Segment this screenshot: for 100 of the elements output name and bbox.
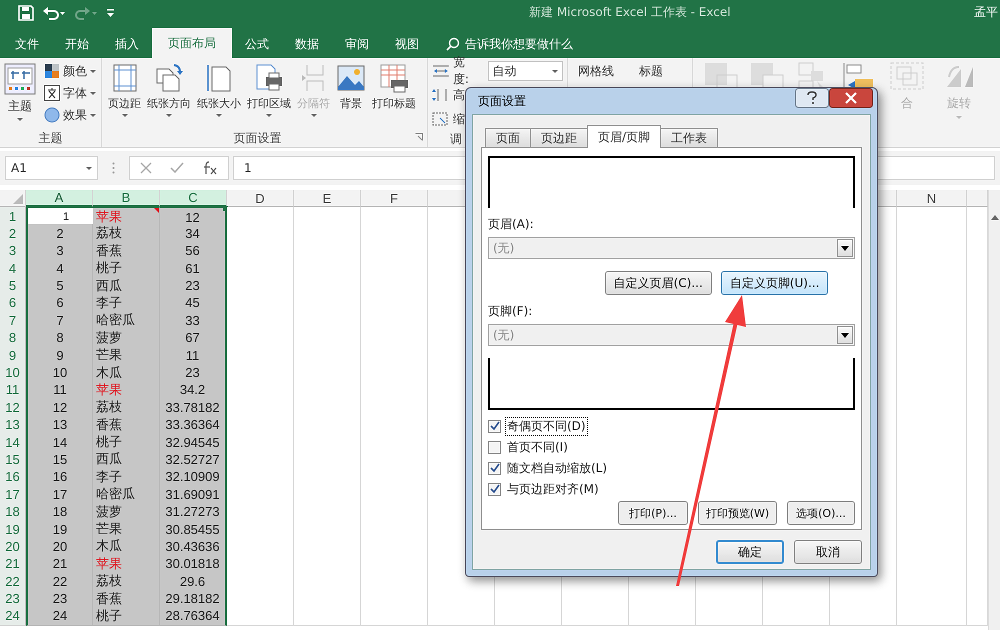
table-cell: 桃子 <box>93 259 160 278</box>
row-header[interactable]: 20 <box>0 537 26 556</box>
caret-icon <box>86 166 92 170</box>
ribbon-tab[interactable]: 审阅 <box>332 30 382 58</box>
column-header[interactable]: B <box>93 190 160 207</box>
page-setup-button[interactable]: 页边距 <box>106 61 143 128</box>
search-icon[interactable] <box>446 37 460 51</box>
row-header[interactable]: 7 <box>0 311 26 330</box>
footer-dropdown[interactable]: (无) <box>488 324 855 346</box>
orientation-icon <box>154 63 184 93</box>
scroll-up-icon[interactable] <box>990 214 998 220</box>
ribbon-tab[interactable]: 数据 <box>282 30 332 58</box>
header-label: 页眉(A): <box>488 216 535 233</box>
table-cell: 32.52727 <box>160 450 227 470</box>
dialog-tab[interactable]: 页面 <box>485 128 531 147</box>
table-cell: 15 <box>26 450 93 470</box>
page-setup-button[interactable]: 纸张大小 <box>195 61 243 128</box>
column-header[interactable]: E <box>294 190 361 207</box>
row-header[interactable]: 9 <box>0 346 26 366</box>
themes-icon <box>4 63 36 95</box>
table-cell: 9 <box>26 346 93 366</box>
ribbon-tab[interactable]: 公式 <box>232 30 282 58</box>
header-dropdown[interactable]: (无) <box>488 237 855 259</box>
checkbox[interactable] <box>488 440 501 454</box>
caret-icon <box>841 332 849 338</box>
customize-icon[interactable] <box>106 6 116 18</box>
font-icon <box>44 85 60 101</box>
themes-button[interactable]: 主题 <box>4 61 36 128</box>
custom-button[interactable]: 自定义页眉(C)... <box>604 271 712 295</box>
theme-option-button[interactable]: 颜色 <box>44 61 96 81</box>
name-box[interactable]: A1 <box>5 156 98 180</box>
user-name[interactable]: 孟平 <box>974 4 998 21</box>
column-header[interactable]: A <box>26 190 93 207</box>
page-setup-button[interactable]: 纸张方向 <box>145 61 193 128</box>
checkbox[interactable] <box>488 462 501 474</box>
ribbon-tab[interactable]: 页面布局 <box>152 28 232 58</box>
custom-button[interactable]: 自定义页脚(U)... <box>720 271 828 295</box>
checkbox[interactable] <box>488 482 501 496</box>
row-header[interactable]: 15 <box>0 450 26 470</box>
dialog-button[interactable]: 取消 <box>794 540 862 564</box>
caret-icon <box>17 118 23 121</box>
column-header[interactable]: F <box>361 190 428 207</box>
caret-icon <box>310 114 316 117</box>
save-icon[interactable] <box>18 4 34 20</box>
tell-me-field[interactable]: 告诉我你想要做什么 <box>465 37 605 51</box>
close-button[interactable] <box>829 88 873 108</box>
scale-label: 缩 <box>453 110 465 128</box>
ribbon-tab[interactable]: 视图 <box>382 30 432 58</box>
row-header[interactable]: 2 <box>0 224 26 244</box>
action-button[interactable]: 选项(O)... <box>787 501 855 525</box>
row-header[interactable]: 22 <box>0 572 26 592</box>
column-header[interactable]: D <box>227 190 294 207</box>
vertical-scrollbar[interactable] <box>988 190 1000 630</box>
caret-icon <box>841 246 849 250</box>
page-setup-button[interactable]: 打印标题 <box>370 61 418 128</box>
page-setup-button[interactable]: 背景 <box>334 61 368 128</box>
dialog-button[interactable]: 确定 <box>716 540 784 564</box>
group-label: 合 <box>901 95 913 112</box>
table-cell: 17 <box>26 485 93 504</box>
theme-option-button[interactable]: 效果 <box>44 105 96 125</box>
width-dropdown[interactable]: 自动 <box>488 61 563 81</box>
window-title: 新建 Microsoft Excel 工作表 - Excel <box>529 4 731 21</box>
group-label: 调 <box>450 131 462 148</box>
table-cell: 61 <box>160 259 227 278</box>
grip-icon <box>112 162 115 174</box>
height-label: 高 <box>453 86 465 104</box>
help-button[interactable] <box>795 88 829 108</box>
row-header[interactable]: 17 <box>0 485 26 504</box>
dialog-tab[interactable]: 页边距 <box>530 128 588 147</box>
table-cell: 桃子 <box>93 606 160 626</box>
theme-option-button[interactable]: 字体 <box>44 83 96 103</box>
dialog-tab[interactable]: 工作表 <box>660 128 718 147</box>
table-cell: 33 <box>160 311 227 330</box>
column-header[interactable]: N <box>897 190 967 207</box>
page-setup-button[interactable]: 打印区域 <box>245 61 293 128</box>
row-header[interactable]: 12 <box>0 398 26 418</box>
table-cell: 28.76364 <box>160 606 227 626</box>
caret-icon <box>90 114 96 116</box>
option-label[interactable]: 随文档自动缩放(L) <box>505 458 610 478</box>
dialog-tab[interactable]: 页眉/页脚 <box>587 125 662 148</box>
insert-function-icon[interactable] <box>202 161 218 175</box>
ribbon-tab[interactable]: 开始 <box>52 30 102 58</box>
action-button[interactable]: 打印预览(W) <box>698 501 777 525</box>
dialog-launcher-icon[interactable] <box>415 133 423 141</box>
dialog-title: 页面设置 <box>478 92 526 110</box>
checkbox[interactable] <box>488 420 501 432</box>
table-cell: 34 <box>160 224 227 244</box>
option-label[interactable]: 奇偶页不同(D) <box>505 416 588 436</box>
column-header[interactable]: C <box>160 190 227 207</box>
ribbon-tab[interactable]: 插入 <box>102 30 152 58</box>
width-label: 宽度: <box>452 54 470 88</box>
option-label[interactable]: 与页边距对齐(M) <box>505 480 601 498</box>
table-cell: 木瓜 <box>93 537 160 556</box>
group-label: 主题 <box>38 130 64 147</box>
ribbon-tab[interactable]: 文件 <box>2 30 52 58</box>
row-header[interactable]: 24 <box>0 606 26 626</box>
action-button[interactable]: 打印(P)... <box>618 501 688 525</box>
row-header[interactable]: 4 <box>0 259 26 278</box>
option-label[interactable]: 首页不同(I) <box>505 438 570 456</box>
undo-icon[interactable] <box>42 4 66 20</box>
